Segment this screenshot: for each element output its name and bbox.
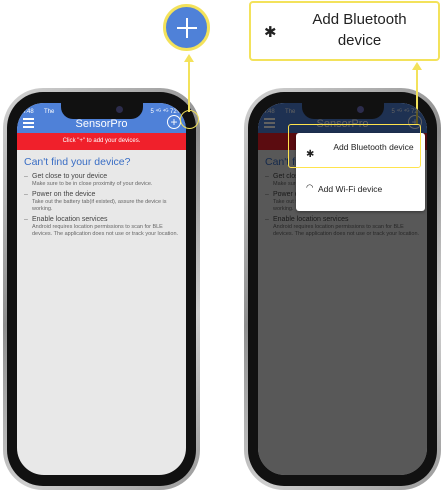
tip-item: – Power on the device Take out the batte… xyxy=(24,191,181,213)
help-heading: Can't find your device? xyxy=(24,156,131,168)
callout-label: Add Bluetooth device xyxy=(312,11,407,49)
status-time: 4:48 xyxy=(22,109,34,115)
tip-item: – Get close to your device Make sure to … xyxy=(24,173,181,188)
menu-item-label: Add Wi-Fi device xyxy=(318,184,383,194)
tip-title: Get close to your device xyxy=(32,173,108,180)
plus-button-highlight xyxy=(180,110,199,129)
tip-detail: Android requires location permissions to… xyxy=(32,224,179,237)
phone-bezel: 4:48 The 5 ⁴ᴳ ⁴ᴳ 72% SensorPro + Click "… xyxy=(7,92,196,486)
dash-icon: – xyxy=(24,191,28,198)
camera-icon xyxy=(356,106,364,113)
notch xyxy=(60,103,143,119)
bluetooth-icon: ✱ xyxy=(264,24,277,41)
status-signal: 5 ⁴ᴳ ⁴ᴳ 72% xyxy=(150,109,182,115)
dash-icon: – xyxy=(24,216,28,223)
tip-title: Power on the device xyxy=(32,191,96,198)
add-wifi-menu-item[interactable]: ◠ Add Wi-Fi device xyxy=(296,179,425,203)
plus-icon xyxy=(176,17,197,38)
camera-icon xyxy=(115,106,123,113)
phone-left: 4:48 The 5 ⁴ᴳ ⁴ᴳ 72% SensorPro + Click "… xyxy=(3,88,200,490)
status-carrier: The xyxy=(44,109,55,115)
tip-detail: Make sure to be in close proximity of yo… xyxy=(32,181,153,187)
notch xyxy=(301,103,384,119)
wifi-icon: ◠ xyxy=(306,182,314,192)
bluetooth-item-highlight xyxy=(288,124,421,168)
bluetooth-callout: ✱ Add Bluetooth device xyxy=(249,1,440,61)
plus-button-callout xyxy=(163,4,210,51)
app-title: SensorPro xyxy=(75,118,128,130)
tip-detail: Take out the battery tab(if existed), as… xyxy=(32,199,167,212)
tip-title: Enable location services xyxy=(32,216,108,223)
dash-icon: – xyxy=(24,173,28,180)
add-devices-banner: Click "+" to add your devices. xyxy=(17,133,186,150)
tip-item: – Enable location services Android requi… xyxy=(24,216,181,238)
help-section: Can't find your device? – Get close to y… xyxy=(24,156,181,241)
phone-screen: 4:48 The 5 ⁴ᴳ ⁴ᴳ 72% SensorPro + Click "… xyxy=(17,103,186,475)
